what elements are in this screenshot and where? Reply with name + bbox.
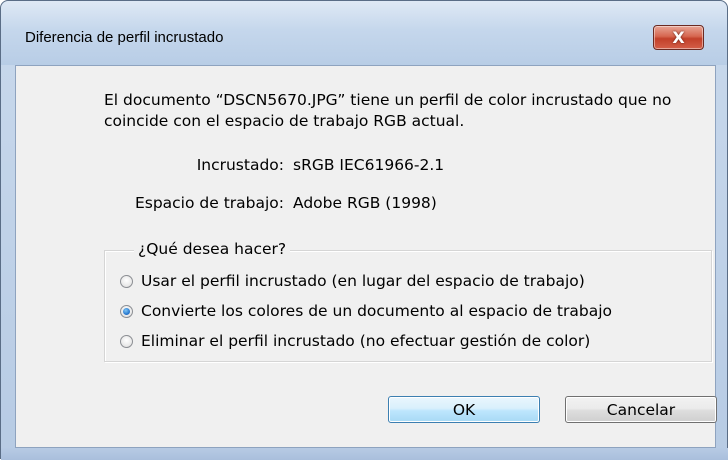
mismatch-message: El documento “DSCN5670.JPG” tiene un per…: [104, 91, 672, 130]
radio-checked-icon[interactable]: [120, 304, 133, 318]
window-title: Diferencia de perfil incrustado: [25, 29, 224, 46]
close-button[interactable]: X: [653, 25, 704, 50]
dialog-body: El documento “DSCN5670.JPG” tiene un per…: [15, 65, 717, 448]
workspace-value: Adobe RGB (1998): [293, 194, 437, 212]
workspace-label: Espacio de trabajo:: [134, 194, 284, 212]
embedded-profile-value: sRGB IEC61966-2.1: [293, 156, 445, 174]
radio-option-label: Usar el perfil incrustado (en lugar del …: [141, 272, 585, 290]
embedded-profile-label: Incrustado:: [196, 156, 284, 174]
cancel-button[interactable]: Cancelar: [565, 396, 717, 423]
close-icon: X: [672, 27, 685, 47]
radio-option-label: Eliminar el perfil incrustado (no efectu…: [141, 332, 591, 350]
ok-button[interactable]: OK: [388, 396, 540, 423]
radio-option-label: Convierte los colores de un documento al…: [141, 302, 613, 320]
title-bar[interactable]: Diferencia de perfil incrustado X: [1, 1, 727, 65]
radio-unchecked-icon[interactable]: [120, 334, 133, 348]
radio-unchecked-icon[interactable]: [120, 274, 133, 288]
window-bottom-frame: [1, 448, 728, 460]
dialog-window: Diferencia de perfil incrustado X El doc…: [0, 0, 728, 460]
radio-option-discard[interactable]: Eliminar el perfil incrustado (no efectu…: [120, 332, 590, 350]
radio-option-use-embedded[interactable]: Usar el perfil incrustado (en lugar del …: [120, 272, 585, 290]
radio-option-convert[interactable]: Convierte los colores de un documento al…: [120, 302, 612, 320]
action-group-legend: ¿Qué desea hacer?: [134, 240, 291, 258]
